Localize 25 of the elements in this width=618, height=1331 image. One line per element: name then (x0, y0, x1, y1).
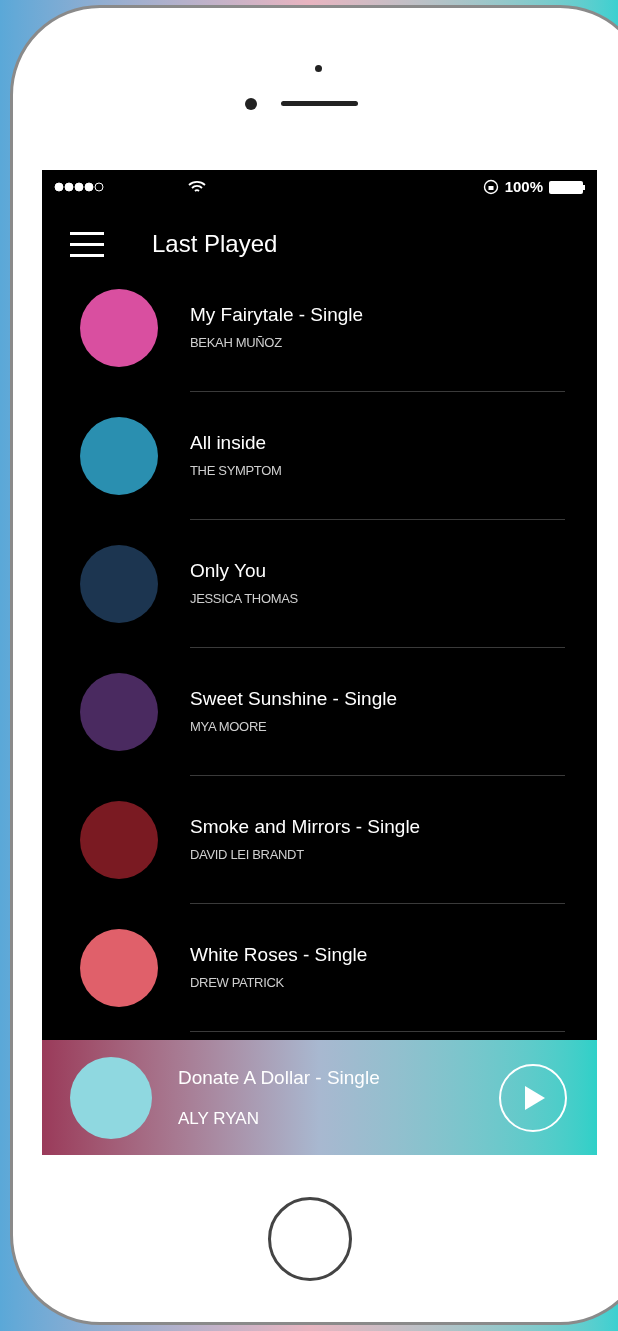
screen-title: Last Played (152, 229, 278, 259)
menu-icon[interactable] (70, 231, 104, 257)
speaker-icon (281, 101, 358, 106)
artist-name: DREW PATRICK (190, 973, 285, 992)
artist-name: JESSICA THOMAS (190, 589, 299, 608)
battery-percent: 100% (504, 176, 543, 197)
track-title[interactable]: My Fairytale - Single (190, 302, 565, 327)
sensor-icon (315, 65, 322, 72)
home-button[interactable] (268, 1196, 352, 1281)
artist-name: DAVID LEI BRANDT (190, 845, 305, 864)
signal-icon (54, 182, 104, 192)
track-title[interactable]: Only You (190, 558, 565, 583)
track-title[interactable]: White Roses - Single (190, 942, 565, 967)
track-title[interactable]: All inside (190, 430, 565, 455)
artist-name: BEKAH MUÑOZ (190, 333, 283, 352)
wifi-icon (188, 180, 206, 194)
battery-icon (549, 180, 585, 194)
track-title: Donate A Dollar - Single (178, 1065, 381, 1090)
artist-name: ALY RYAN (178, 1108, 260, 1130)
track-title[interactable]: Sweet Sunshine - Single (190, 686, 565, 711)
artist-name: MYA MOORE (190, 717, 268, 736)
camera-icon (245, 98, 257, 110)
artist-name: THE SYMPTOM (190, 461, 283, 480)
track-title[interactable]: Smoke and Mirrors - Single (190, 814, 565, 839)
rotation-lock-icon (482, 179, 499, 195)
